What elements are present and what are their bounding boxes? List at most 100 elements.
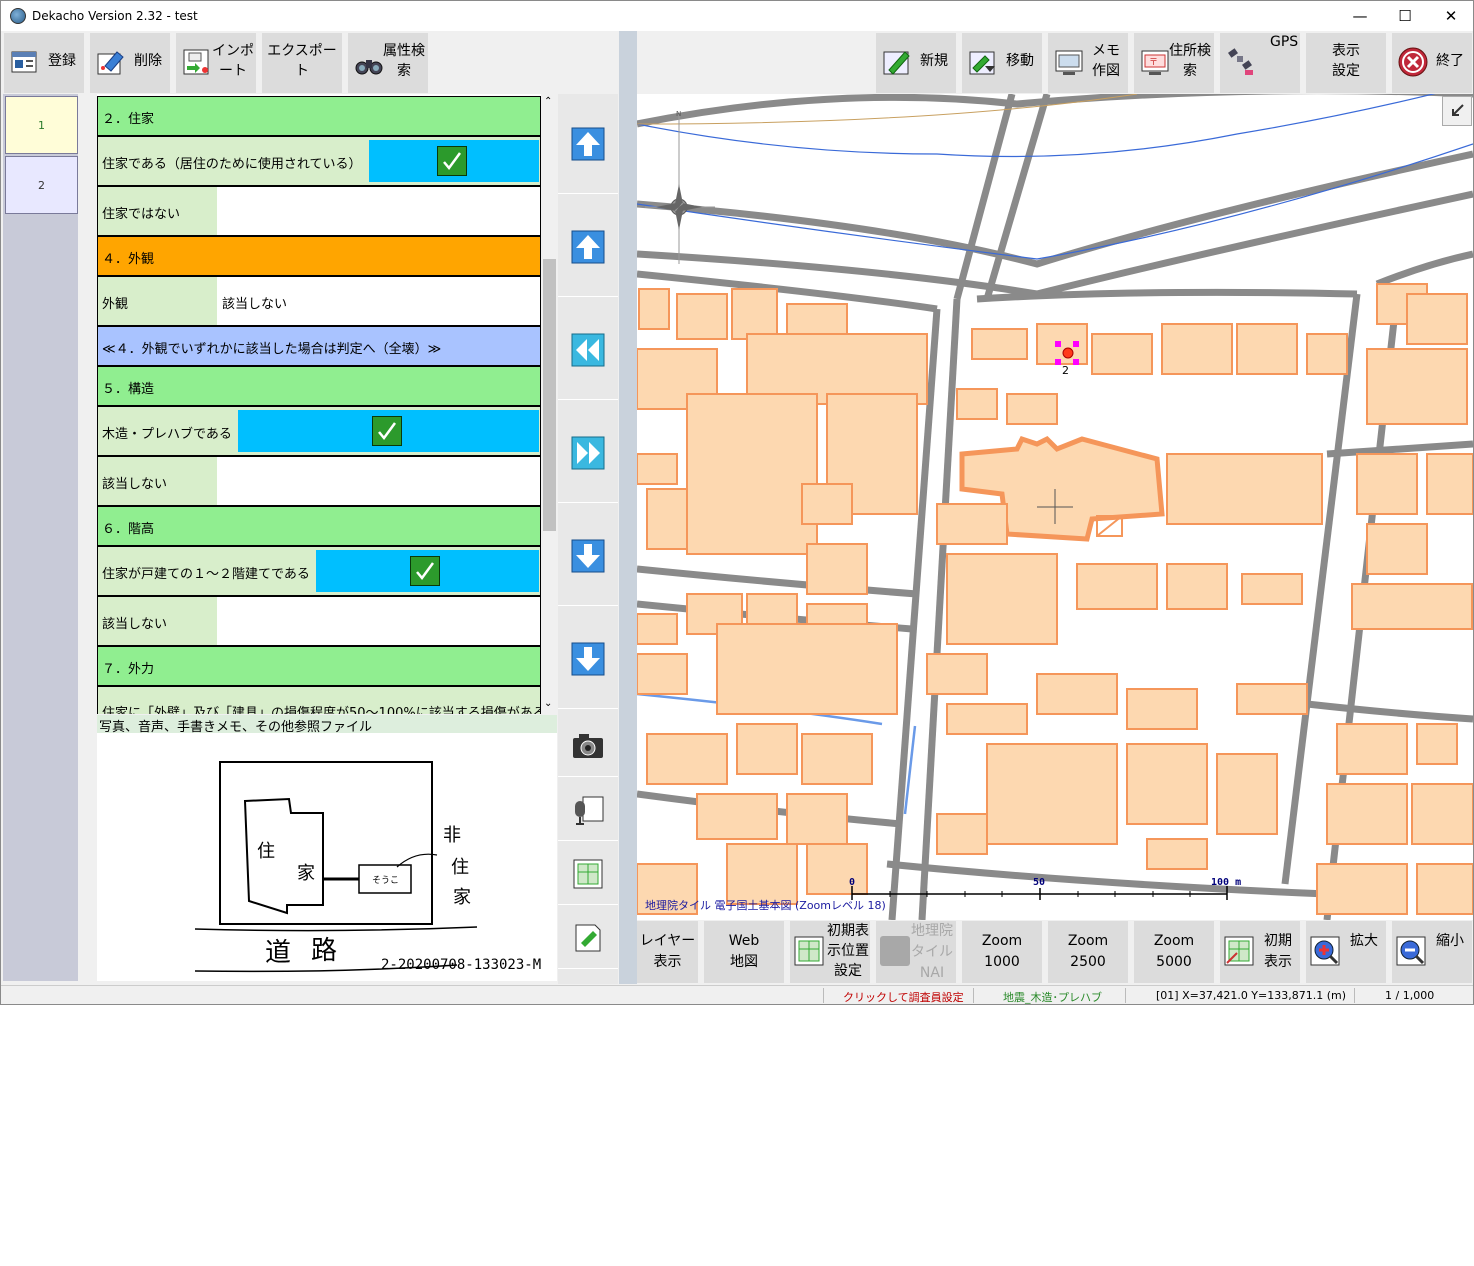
field-appearance-value: 該当しない	[222, 297, 288, 312]
web-map-button[interactable]: Web地図	[704, 921, 784, 983]
voice-memo-button[interactable]	[558, 779, 618, 841]
import-button[interactable]: インポート	[176, 33, 256, 93]
initial-position-setting-label: 初期表示位置設定	[827, 923, 869, 979]
import-icon	[183, 49, 209, 75]
gps-label: GPS	[1270, 34, 1299, 50]
last-record-button[interactable]	[558, 609, 618, 709]
option-housing-no[interactable]: 住家ではない	[97, 186, 541, 236]
camera-button[interactable]	[558, 715, 618, 777]
display-settings-label: 表示設定	[1332, 43, 1360, 79]
panel-splitter[interactable]	[619, 31, 637, 984]
structure-yes-check-cell[interactable]	[238, 410, 539, 452]
sketch-label-nonhouse-2: 住	[451, 857, 469, 878]
gps-button[interactable]: GPS	[1220, 33, 1300, 93]
sketch-thumbnail[interactable]: 住 家 そうこ 非 住 家 道 路 2-20200708-133023-M	[97, 733, 557, 981]
double-left-arrow-icon	[571, 333, 605, 367]
delete-button[interactable]: 削除	[90, 33, 170, 93]
option-housing-no-label: 住家ではない	[102, 207, 181, 222]
delete-label: 削除	[134, 53, 162, 69]
map-grid-icon	[794, 936, 824, 966]
surveyor-setting-link[interactable]: クリックして調査員設定	[843, 989, 964, 1004]
form-scrollbar[interactable]: ⌃ ⌄	[541, 94, 558, 714]
zoom-1000-button[interactable]: Zoom 1000	[962, 921, 1042, 983]
initial-view-button[interactable]: 初期表示	[1220, 921, 1300, 983]
new-button[interactable]: 新規	[876, 33, 956, 93]
page-tab-1[interactable]: 1	[5, 96, 78, 154]
initial-position-setting-button[interactable]: 初期表示位置設定	[790, 921, 870, 983]
edit-file-button[interactable]	[558, 907, 618, 969]
section-structure: ５．構造	[97, 366, 541, 406]
window-title: Dekacho Version 2.32 - test	[32, 9, 198, 23]
section-appearance-title: ４．外観	[102, 252, 155, 267]
marker-label: 2	[1062, 364, 1069, 377]
next-record-button[interactable]	[558, 506, 618, 606]
zoom-in-button[interactable]: 拡大	[1306, 921, 1386, 983]
first-record-button[interactable]	[558, 94, 618, 194]
check-icon	[410, 556, 440, 586]
housing-yes-check-cell[interactable]	[369, 140, 539, 182]
scroll-down-arrow-icon[interactable]: ⌄	[544, 698, 552, 709]
option-floors-no-label: 該当しない	[102, 617, 168, 632]
handwriting-memo-button[interactable]	[558, 843, 618, 905]
arrow-down-icon	[571, 539, 605, 573]
option-housing-yes-label: 住家である（居住のために使用されている）	[102, 157, 362, 172]
zoom-out-label: 縮小	[1436, 933, 1464, 949]
move-button[interactable]: 移動	[962, 33, 1042, 93]
exit-button[interactable]: 終了	[1392, 33, 1472, 93]
new-label: 新規	[920, 53, 948, 69]
gsi-tile-label: 地理院タイルNAI	[911, 923, 953, 981]
section-housing-title: ２．住家	[102, 112, 155, 127]
floors-yes-check-cell[interactable]	[316, 550, 539, 592]
field-appearance[interactable]: 外観 該当しない	[97, 276, 541, 326]
sketch-label-shed: そうこ	[372, 875, 399, 886]
scroll-thumb[interactable]	[543, 259, 556, 531]
option-housing-yes[interactable]: 住家である（居住のために使用されている）	[97, 136, 541, 186]
scroll-up-arrow-icon[interactable]: ⌃	[544, 96, 552, 107]
close-button[interactable]: ✕	[1428, 1, 1473, 31]
section-external-force-title: ７．外力	[102, 662, 155, 677]
next-page-button[interactable]	[558, 403, 618, 503]
memo-draw-button[interactable]: メモ作図	[1048, 33, 1128, 93]
svg-text:〒: 〒	[1149, 58, 1158, 68]
app-window: Dekacho Version 2.32 - test — ☐ ✕ 登録 削除 …	[0, 0, 1474, 1005]
option-floors-yes[interactable]: 住家が戸建ての１～２階建てである	[97, 546, 541, 596]
file-edit-icon	[575, 924, 601, 952]
arrow-up-first-icon	[571, 127, 605, 161]
camera-icon	[573, 734, 603, 758]
register-button[interactable]: 登録	[4, 33, 84, 93]
sketch-filename: 2-20200708-133023-M	[381, 957, 541, 973]
minimize-button[interactable]: —	[1337, 1, 1383, 31]
option-force-damage[interactable]: 住家に「外壁」及び「建具」の損傷程度が50～100%に該当する損傷がある	[97, 686, 541, 714]
export-label: エクスポート	[267, 43, 337, 79]
option-structure-yes-label: 木造・プレハブである	[102, 427, 232, 442]
display-settings-button[interactable]: 表示設定	[1306, 33, 1386, 93]
option-structure-yes[interactable]: 木造・プレハブである	[97, 406, 541, 456]
gsi-tile-button[interactable]: 地理院タイルNAI	[876, 921, 956, 983]
page-tab-2[interactable]: 2	[5, 156, 78, 214]
address-search-button[interactable]: 〒 住所検索	[1134, 33, 1214, 93]
layer-display-button[interactable]: レイヤー表示	[637, 921, 698, 983]
maximize-button[interactable]: ☐	[1382, 1, 1428, 31]
address-search-icon: 〒	[1141, 50, 1169, 75]
export-button[interactable]: エクスポート	[262, 33, 342, 93]
sketch-label-house-1: 住	[257, 841, 275, 862]
prev-record-button[interactable]	[558, 197, 618, 297]
option-floors-no[interactable]: 該当しない	[97, 596, 541, 646]
navigation-column	[558, 94, 618, 984]
sketch-label-house-2: 家	[297, 863, 315, 884]
handwritten-sketch-image: 住 家 そうこ 非 住 家 道 路 2-20200708-133023-M	[194, 761, 541, 973]
prev-page-button[interactable]	[558, 300, 618, 400]
zoom-5000-button[interactable]: Zoom 5000	[1134, 921, 1214, 983]
collapse-map-button[interactable]	[1442, 96, 1472, 126]
section-floors-title: ６．階高	[102, 522, 155, 537]
zoom-out-button[interactable]: 縮小	[1392, 921, 1472, 983]
page-list: 1 2	[3, 94, 78, 981]
zoom-2500-button[interactable]: Zoom 2500	[1048, 921, 1128, 983]
attribute-search-button[interactable]: 属性検索	[348, 33, 428, 93]
appearance-note: ≪４．外観でいずれかに該当した場合は判定へ（全壊）≫	[97, 326, 541, 366]
section-appearance: ４．外観	[97, 236, 541, 276]
map-view[interactable]: N 2 0 50 100 m 地理院タイル 電子国土基本図 (Zoomレベル 1…	[637, 94, 1473, 920]
exit-x-icon	[1398, 47, 1428, 77]
section-floors: ６．階高	[97, 506, 541, 546]
option-structure-no[interactable]: 該当しない	[97, 456, 541, 506]
